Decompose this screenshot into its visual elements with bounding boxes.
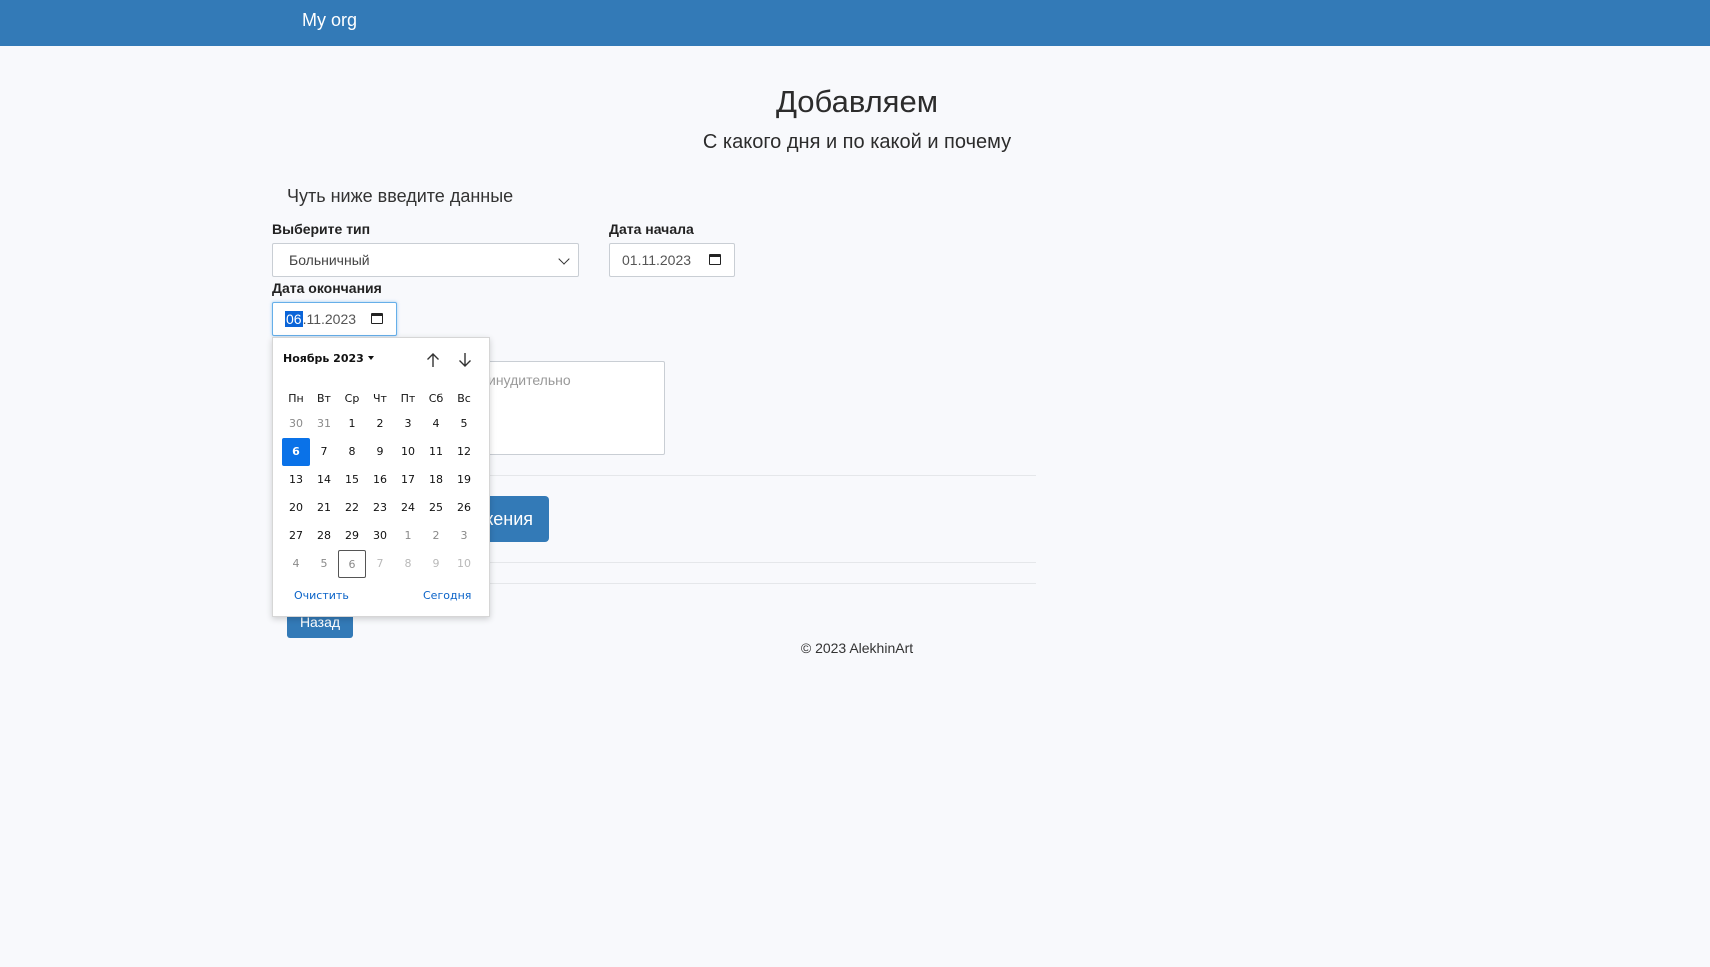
type-select[interactable]: Больничный	[272, 243, 579, 277]
calendar-icon[interactable]	[709, 254, 721, 265]
calendar-day[interactable]: 4	[282, 550, 310, 578]
next-month-button[interactable]	[455, 350, 475, 370]
weekday-label: Сб	[428, 392, 444, 405]
end-date-input[interactable]: 06.11.2023	[272, 302, 397, 336]
form-hint: Чуть ниже введите данные	[287, 186, 514, 206]
arrow-up-icon	[427, 353, 439, 367]
calendar-week: 4 5 6 7 8 9 10	[282, 550, 478, 578]
arrow-down-icon	[459, 353, 471, 367]
calendar-day[interactable]: 28	[310, 522, 338, 550]
calendar-day[interactable]: 1	[394, 522, 422, 550]
caret-down-icon	[367, 356, 374, 360]
calendar-day[interactable]: 2	[366, 410, 394, 438]
calendar-day-selected[interactable]: 6	[282, 438, 310, 466]
weekday-header: Пн Вт Ср Чт Пт Сб Вс	[282, 392, 478, 405]
calendar-day[interactable]: 2	[422, 522, 450, 550]
previous-month-button[interactable]	[423, 350, 443, 370]
comment-placeholder: инудительно	[488, 372, 571, 388]
calendar-day[interactable]: 18	[422, 466, 450, 494]
calendar-day[interactable]: 27	[282, 522, 310, 550]
calendar-week: 27 28 29 30 1 2 3	[282, 522, 478, 550]
today-button[interactable]: Сегодня	[423, 589, 471, 602]
brand-link[interactable]: My org	[302, 10, 357, 31]
calendar-day[interactable]: 19	[450, 466, 478, 494]
calendar-day-today[interactable]: 6	[338, 550, 366, 578]
calendar-icon[interactable]	[371, 313, 383, 324]
calendar-day[interactable]: 8	[338, 438, 366, 466]
end-date-label: Дата окончания	[272, 280, 382, 296]
calendar-day[interactable]: 20	[282, 494, 310, 522]
calendar-day[interactable]: 3	[394, 410, 422, 438]
calendar-day[interactable]: 1	[338, 410, 366, 438]
calendar-day[interactable]: 4	[422, 410, 450, 438]
start-date-input[interactable]: 01.11.2023	[609, 243, 735, 277]
clear-date-button[interactable]: Очистить	[294, 589, 349, 602]
calendar-day[interactable]: 7	[310, 438, 338, 466]
calendar-day[interactable]: 23	[366, 494, 394, 522]
calendar-day[interactable]: 5	[310, 550, 338, 578]
weekday-label: Чт	[373, 392, 387, 405]
start-date-value: 01.11.2023	[622, 252, 692, 268]
comment-textarea[interactable]: инудительно	[475, 361, 665, 455]
calendar-day[interactable]: 8	[394, 550, 422, 578]
page-title: Добавляем	[775, 84, 939, 119]
calendar-day[interactable]: 7	[366, 550, 394, 578]
calendar-day[interactable]: 26	[450, 494, 478, 522]
calendar-day[interactable]: 24	[394, 494, 422, 522]
calendar-day[interactable]: 25	[422, 494, 450, 522]
calendar-day[interactable]: 31	[310, 410, 338, 438]
top-navbar: My org	[0, 0, 1710, 46]
calendar-week: 6 7 8 9 10 11 12	[282, 438, 478, 466]
start-date-label: Дата начала	[609, 221, 694, 237]
calendar-day[interactable]: 29	[338, 522, 366, 550]
chevron-down-icon	[558, 253, 570, 265]
type-select-value: Больничный	[289, 252, 370, 268]
calendar-day[interactable]: 13	[282, 466, 310, 494]
weekday-label: Ср	[344, 392, 360, 405]
calendar-day[interactable]: 10	[450, 550, 478, 578]
calendar-day[interactable]: 15	[338, 466, 366, 494]
calendar-week: 20 21 22 23 24 25 26	[282, 494, 478, 522]
calendar-day[interactable]: 11	[422, 438, 450, 466]
calendar-day[interactable]: 22	[338, 494, 366, 522]
calendar-day[interactable]: 9	[366, 438, 394, 466]
month-year-label: Ноябрь 2023	[283, 352, 364, 365]
calendar-day[interactable]: 14	[310, 466, 338, 494]
calendar-day[interactable]: 30	[282, 410, 310, 438]
calendar-day[interactable]: 3	[450, 522, 478, 550]
calendar-day[interactable]: 30	[366, 522, 394, 550]
calendar-day[interactable]: 17	[394, 466, 422, 494]
end-date-rest: .11.2023	[302, 311, 357, 327]
date-picker-popup: Ноябрь 2023 Пн Вт Ср Чт Пт Сб Вс 30 31 1…	[272, 337, 490, 617]
calendar-day[interactable]: 5	[450, 410, 478, 438]
calendar-week: 13 14 15 16 17 18 19	[282, 466, 478, 494]
weekday-label: Вт	[317, 392, 331, 405]
weekday-label: Пт	[400, 392, 416, 405]
calendar-day[interactable]: 10	[394, 438, 422, 466]
month-year-selector[interactable]: Ноябрь 2023	[283, 352, 374, 365]
calendar-day[interactable]: 9	[422, 550, 450, 578]
weekday-label: Вс	[457, 392, 471, 405]
footer-copyright: © 2023 AlekhinArt	[800, 640, 914, 656]
calendar-day[interactable]: 12	[450, 438, 478, 466]
calendar-day[interactable]: 21	[310, 494, 338, 522]
calendar-day[interactable]: 16	[366, 466, 394, 494]
page-subtitle: С какого дня и по какой и почему	[702, 131, 1012, 153]
weekday-label: Пн	[288, 392, 304, 405]
calendar-week: 30 31 1 2 3 4 5	[282, 410, 478, 438]
end-date-day-segment[interactable]: 06	[285, 311, 303, 327]
type-label: Выберите тип	[272, 221, 371, 237]
